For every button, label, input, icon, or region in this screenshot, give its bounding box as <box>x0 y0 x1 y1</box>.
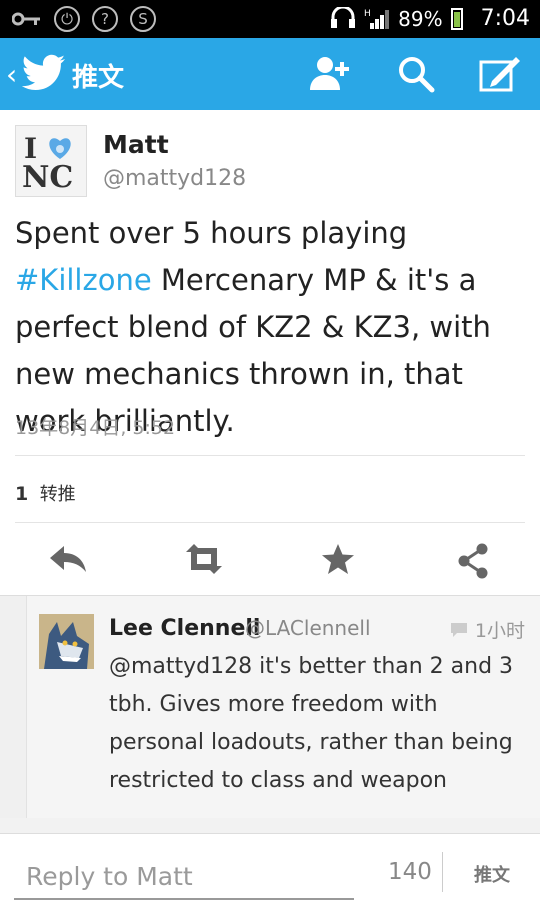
divider <box>442 852 443 892</box>
reply-icon[interactable] <box>48 542 88 576</box>
retweet-count-row[interactable]: 1 转推 <box>15 480 76 506</box>
char-counter: 140 <box>388 859 432 885</box>
reply-input[interactable] <box>14 852 356 891</box>
reply-author-name[interactable]: Lee Clennell <box>109 616 260 641</box>
twitter-bird-icon[interactable] <box>22 54 66 92</box>
divider <box>15 522 525 523</box>
tweet-actions <box>0 530 540 590</box>
reply-text: @mattyd128 it's better than 2 and 3 tbh.… <box>109 654 514 793</box>
favorite-star-icon[interactable] <box>320 542 356 576</box>
send-tweet-button[interactable]: 推文 <box>474 861 510 887</box>
signal-icon: H <box>364 9 390 29</box>
avatar[interactable]: I NC <box>15 125 87 197</box>
reply-avatar[interactable] <box>39 614 94 669</box>
retweet-icon[interactable] <box>182 542 226 576</box>
network-type-label: H <box>364 9 371 19</box>
divider <box>15 455 525 456</box>
tweet-text-part: Spent over 5 hours playing <box>15 216 408 250</box>
reply-time-label: 1小时 <box>474 620 525 642</box>
compose-icon[interactable] <box>478 54 522 94</box>
sync-icon: S <box>130 6 156 32</box>
back-chevron-icon[interactable]: ‹ <box>6 58 17 91</box>
tweet-author-name[interactable]: Matt <box>103 130 169 159</box>
wifi-unknown-icon: ? <box>92 6 118 32</box>
battery-percent: 89% <box>398 6 443 31</box>
retweet-count: 1 <box>15 483 29 505</box>
reply-author-handle[interactable]: @LAClennell <box>245 616 371 640</box>
search-icon[interactable] <box>396 54 436 94</box>
heart-icon <box>49 138 71 159</box>
share-icon[interactable] <box>455 542 491 580</box>
retweet-label: 转推 <box>39 484 76 505</box>
tweet-detail: I NC Matt @mattyd128 Spent over 5 hours … <box>0 110 540 595</box>
clock: 7:04 <box>480 6 530 31</box>
tweet-text: Spent over 5 hours playing #Killzone Mer… <box>15 210 530 445</box>
page-title: 推文 <box>72 63 125 93</box>
headset-icon <box>331 6 356 28</box>
status-bar: ⏻ ? S H 89% 7:04 <box>0 0 540 38</box>
reply-field <box>14 852 356 900</box>
tweet-author-handle[interactable]: @mattyd128 <box>103 166 246 191</box>
avatar-text-bottom: NC <box>22 160 74 195</box>
add-user-icon[interactable] <box>308 54 352 94</box>
app-bar: ‹ 推文 <box>0 38 540 110</box>
tweet-timestamp: 13年8月4日, 5:52 <box>15 417 176 439</box>
battery-icon <box>450 7 463 30</box>
reply-time: 1小时 <box>449 616 525 643</box>
key-icon <box>12 12 40 26</box>
reply-composer: 140 推文 <box>0 833 540 907</box>
reply-item[interactable]: Lee Clennell @LAClennell 1小时 @mattyd128 … <box>26 596 540 818</box>
power-icon: ⏻ <box>54 6 80 32</box>
reply-list: Lee Clennell @LAClennell 1小时 @mattyd128 … <box>0 595 540 818</box>
hashtag-link[interactable]: #Killzone <box>15 263 152 297</box>
comment-bubble-icon <box>450 623 467 637</box>
